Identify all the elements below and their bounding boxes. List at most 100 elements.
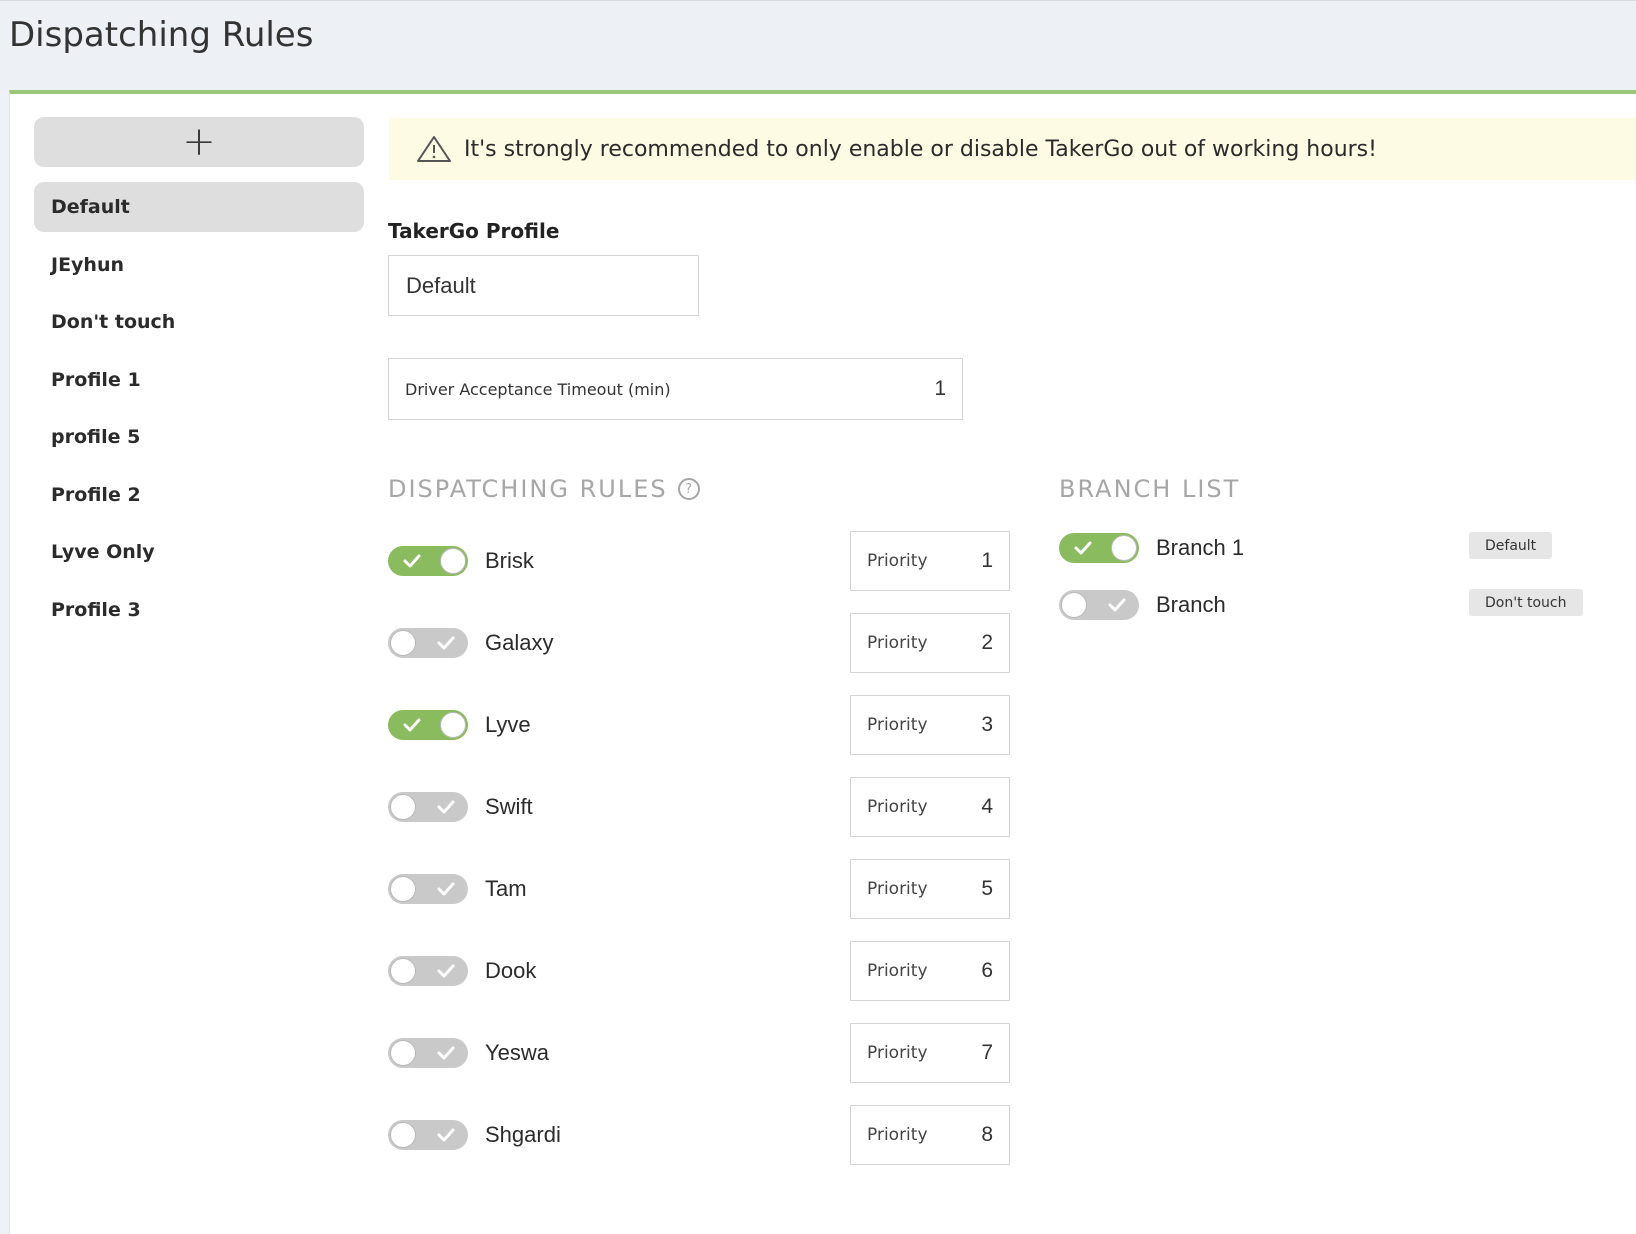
priority-value[interactable]: 4 — [981, 795, 993, 819]
branch-name: Branch 1 — [1156, 535, 1245, 560]
priority-field[interactable]: Priority 7 — [850, 1023, 1010, 1083]
branch-row: Branch Don't touch — [1059, 586, 1589, 626]
toggle-knob — [390, 1122, 416, 1148]
profile-item[interactable]: Profile 2 — [34, 470, 364, 520]
rule-toggle[interactable] — [388, 1120, 468, 1150]
dispatching-rule-row: Galaxy Priority 2 — [388, 613, 1010, 673]
check-icon — [437, 636, 455, 650]
check-icon — [403, 554, 421, 568]
toggle-knob — [390, 958, 416, 984]
dispatching-rule-row: Tam Priority 5 — [388, 859, 1010, 919]
rule-toggle[interactable] — [388, 874, 468, 904]
priority-field[interactable]: Priority 4 — [850, 777, 1010, 837]
check-icon — [437, 1046, 455, 1060]
priority-value[interactable]: 8 — [981, 1123, 993, 1147]
rule-toggle[interactable] — [388, 792, 468, 822]
priority-field[interactable]: Priority 3 — [850, 695, 1010, 755]
timeout-field[interactable]: Driver Acceptance Timeout (min) 1 — [388, 358, 963, 420]
add-profile-button[interactable]: + — [34, 117, 364, 167]
rule-name: Yeswa — [485, 1040, 550, 1065]
branch-name: Branch — [1156, 592, 1226, 617]
check-icon — [1108, 598, 1126, 612]
profile-item[interactable]: Lyve Only — [34, 527, 364, 577]
branch-profile-badge: Default — [1469, 532, 1553, 559]
priority-field[interactable]: Priority 2 — [850, 613, 1010, 673]
toggle-knob — [390, 876, 416, 902]
branch-row: Branch 1 Default — [1059, 529, 1589, 569]
timeout-value[interactable]: 1 — [934, 377, 946, 401]
main-panel: + Default JEyhun Don't touch Profile 1 profi… — [9, 90, 1636, 1234]
profile-field-label: TakerGo Profile — [388, 219, 560, 243]
rule-toggle[interactable] — [388, 956, 468, 986]
toggle-knob — [390, 794, 416, 820]
priority-value[interactable]: 5 — [981, 877, 993, 901]
priority-field[interactable]: Priority 6 — [850, 941, 1010, 1001]
branch-list-title: BRANCH LIST — [1059, 475, 1240, 503]
profile-item[interactable]: Default — [34, 182, 364, 232]
check-icon — [437, 882, 455, 896]
profile-item[interactable]: Profile 1 — [34, 355, 364, 405]
priority-value[interactable]: 3 — [981, 713, 993, 737]
priority-value[interactable]: 7 — [981, 1041, 993, 1065]
dispatching-rule-row: Swift Priority 4 — [388, 777, 1010, 837]
priority-field[interactable]: Priority 1 — [850, 531, 1010, 591]
dispatching-rules-title: DISPATCHING RULES ? — [388, 475, 700, 503]
rule-name: Shgardi — [485, 1122, 561, 1147]
profile-item[interactable]: profile 5 — [34, 412, 364, 462]
rule-toggle[interactable] — [388, 628, 468, 658]
rule-toggle[interactable] — [388, 1038, 468, 1068]
check-icon — [403, 718, 421, 732]
check-icon — [1074, 541, 1092, 555]
toggle-knob — [390, 1040, 416, 1066]
page-title: Dispatching Rules — [9, 15, 314, 55]
profile-item[interactable]: JEyhun — [34, 240, 364, 290]
dispatching-rule-row: Brisk Priority 1 — [388, 531, 1010, 591]
branch-toggle[interactable] — [1059, 533, 1139, 563]
rule-name: Tam — [485, 876, 527, 901]
priority-field[interactable]: Priority 8 — [850, 1105, 1010, 1165]
rule-name: Brisk — [485, 548, 534, 573]
priority-field[interactable]: Priority 5 — [850, 859, 1010, 919]
profile-item[interactable]: Don't touch — [34, 297, 364, 347]
rule-name: Dook — [485, 958, 537, 983]
profile-name-input[interactable] — [388, 255, 699, 316]
priority-value[interactable]: 1 — [981, 549, 993, 573]
priority-label: Priority — [867, 633, 928, 653]
profile-list: Default JEyhun Don't touch Profile 1 profile… — [34, 182, 364, 642]
warning-triangle-icon — [417, 136, 451, 162]
branch-toggle[interactable] — [1059, 590, 1139, 620]
timeout-label: Driver Acceptance Timeout (min) — [405, 379, 671, 399]
check-icon — [437, 800, 455, 814]
dispatching-rule-row: Yeswa Priority 7 — [388, 1023, 1010, 1083]
priority-label: Priority — [867, 879, 928, 899]
branch-profile-badge: Don't touch — [1469, 589, 1583, 616]
toggle-knob — [440, 548, 466, 574]
priority-label: Priority — [867, 797, 928, 817]
toggle-knob — [440, 712, 466, 738]
priority-label: Priority — [867, 1125, 928, 1145]
priority-value[interactable]: 2 — [981, 631, 993, 655]
rule-name: Lyve — [485, 712, 531, 737]
rule-toggle[interactable] — [388, 710, 468, 740]
priority-label: Priority — [867, 715, 928, 735]
warning-text: It's strongly recommended to only enable… — [464, 136, 1377, 162]
dispatching-rules-title-text: DISPATCHING RULES — [388, 475, 668, 503]
dispatching-rule-row: Lyve Priority 3 — [388, 695, 1010, 755]
page-header: Dispatching Rules — [0, 0, 1636, 90]
priority-value[interactable]: 6 — [981, 959, 993, 983]
rule-name: Swift — [485, 794, 533, 819]
dispatching-rule-row: Shgardi Priority 8 — [388, 1105, 1010, 1165]
rule-toggle[interactable] — [388, 546, 468, 576]
check-icon — [437, 1128, 455, 1142]
question-circle-icon[interactable]: ? — [677, 478, 700, 500]
rule-name: Galaxy — [485, 630, 554, 655]
toggle-knob — [1061, 592, 1087, 618]
toggle-knob — [390, 630, 416, 656]
profile-item[interactable]: Profile 3 — [34, 585, 364, 635]
priority-label: Priority — [867, 1043, 928, 1063]
branch-list-title-text: BRANCH LIST — [1059, 475, 1241, 503]
priority-label: Priority — [867, 551, 928, 571]
priority-label: Priority — [867, 961, 928, 981]
dispatching-rule-row: Dook Priority 6 — [388, 941, 1010, 1001]
plus-icon: + — [182, 119, 216, 165]
